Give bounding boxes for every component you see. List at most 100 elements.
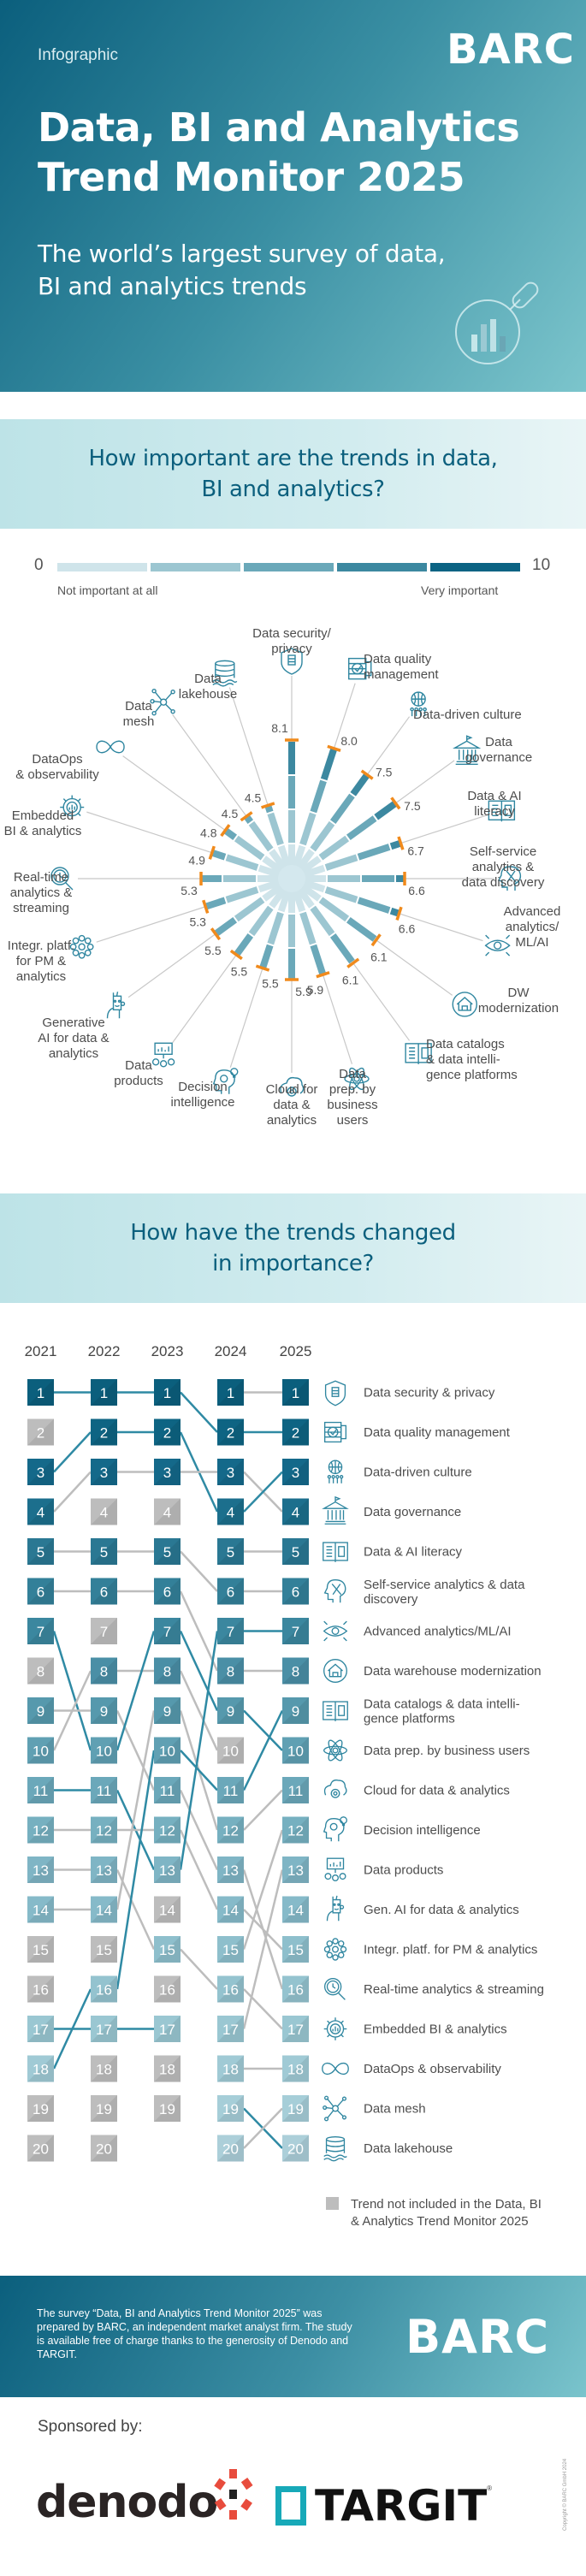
rank-box: 2	[282, 1418, 309, 1446]
rank-number: 16	[222, 1982, 239, 1999]
bar-segment	[329, 793, 355, 825]
rank-number: 6	[227, 1584, 234, 1601]
value-marker	[327, 744, 341, 752]
bar-segment	[318, 897, 350, 922]
rank-number: 5	[227, 1544, 234, 1560]
lakehouse-icon	[323, 2136, 347, 2162]
category-label: Integr. platf. for PM & analytics	[8, 939, 74, 984]
institution-icon	[322, 1495, 349, 1525]
rank-box: 8	[154, 1657, 181, 1685]
value-label: 8.1	[271, 721, 288, 735]
rank-number: 17	[159, 2022, 175, 2038]
rank-number: 1	[163, 1385, 171, 1401]
rank-link	[242, 1869, 284, 2029]
barc-logo: BARC	[447, 26, 575, 74]
rank-number: 14	[159, 1903, 175, 1919]
rank-box: 7	[154, 1618, 181, 1644]
year-header: 2023	[151, 1343, 184, 1359]
legend-item: Advanced analytics/ML/AI	[323, 1620, 512, 1642]
rank-box: 19	[154, 2095, 181, 2122]
radial-spoke: 4.5 Data mesh	[123, 689, 288, 872]
rank-number: 5	[100, 1544, 108, 1560]
rank-box: 1	[217, 1379, 244, 1406]
rank-box: 20	[27, 2135, 54, 2162]
bar-segment	[222, 827, 238, 841]
rank-link	[180, 1391, 218, 1433]
rank-number: 10	[287, 1744, 304, 1760]
rank-number: 15	[222, 1942, 239, 1958]
rank-box: 15	[154, 1936, 181, 1963]
rank-number: 1	[292, 1385, 299, 1401]
rank-box: 4	[91, 1498, 117, 1525]
radial-spoke: 8.1 Data security/privacy	[252, 626, 332, 867]
sponsored-by-label: Sponsored by:	[38, 2418, 143, 2436]
leader-line	[228, 687, 269, 806]
rank-box: 6	[154, 1578, 181, 1605]
legend-item: DataOps & observability	[322, 2062, 501, 2076]
title-line-2: Trend Monitor 2025	[38, 154, 465, 200]
copyright-notice: Copyright © BARC GmbH 2024	[563, 2458, 568, 2531]
rank-number: 13	[222, 1862, 239, 1879]
denodo-logo[interactable]: denodo	[36, 2477, 218, 2528]
bar-segment	[299, 911, 317, 945]
rank-box: 8	[282, 1657, 309, 1685]
rank-link	[53, 1471, 92, 1513]
rank-number: 19	[33, 2101, 49, 2117]
scale-segment-2	[151, 563, 240, 571]
rank-box: 20	[91, 2135, 117, 2162]
rank-box: 18	[154, 2055, 181, 2082]
rank-box: 11	[27, 1777, 54, 1803]
rank-box: 4	[217, 1498, 244, 1525]
rank-number: 3	[227, 1465, 234, 1481]
bar-segment	[259, 944, 274, 969]
rank-box: 1	[282, 1379, 309, 1406]
rank-number: 15	[33, 1942, 49, 1958]
legend-item: Cloud for data & analytics	[323, 1780, 510, 1798]
rank-box: 15	[27, 1936, 54, 1963]
rank-number: 2	[100, 1425, 108, 1442]
rank-number: 16	[159, 1982, 175, 1999]
section1-title-line-2: BI and analytics?	[201, 477, 385, 502]
bar-segment	[329, 933, 355, 964]
radial-spoke: 6.1 Data catalogs & data intelli-gence pla…	[295, 885, 518, 1082]
rank-number: 20	[96, 2141, 112, 2158]
bar-segment	[225, 854, 259, 871]
legend-item: Real-time analytics & streaming	[323, 1977, 544, 2000]
rank-box: 14	[217, 1896, 244, 1923]
rank-box: 11	[282, 1777, 309, 1803]
footer-text: The survey “Data, BI and Analytics Trend…	[37, 2307, 352, 2360]
rank-link	[52, 1631, 92, 1751]
legend-item: Data catalogs & data intelli-gence platf…	[323, 1697, 520, 1726]
rank-number: 5	[163, 1544, 171, 1560]
section2-title-line-2: in importance?	[212, 1251, 374, 1276]
rank-number: 11	[160, 1783, 175, 1799]
rank-number: 4	[37, 1505, 44, 1521]
rank-number: 17	[33, 2022, 49, 2038]
legend-label: Advanced analytics/ML/AI	[364, 1625, 512, 1639]
rank-number: 18	[33, 2062, 49, 2078]
rank-box: 6	[91, 1578, 117, 1605]
targit-logo[interactable]: TARGIT ®	[275, 2481, 492, 2531]
scale-max-label: Very important	[421, 583, 499, 597]
value-label: 4.8	[200, 826, 217, 840]
rank-box: 5	[91, 1538, 117, 1565]
rank-box: 7	[217, 1618, 244, 1644]
legend-item: Data prep. by business users	[323, 1739, 530, 1762]
bar-segment	[234, 897, 265, 922]
rank-number: 17	[287, 2022, 304, 2038]
legend-label: Data quality management	[364, 1425, 511, 1440]
leader-line	[172, 714, 247, 817]
value-marker	[316, 971, 330, 979]
radial-spoke: 4.8 DataOps & observability	[15, 740, 285, 875]
rank-box: 20	[217, 2135, 244, 2162]
bar-segment	[357, 897, 391, 914]
denodo-logo-mark	[214, 2469, 253, 2520]
eye-wrench-icon	[323, 1620, 348, 1642]
warehouse-cycle-icon	[323, 1659, 347, 1683]
category-label: Data catalogs & data intelli-gence platfo…	[426, 1037, 518, 1082]
bar-segment	[346, 916, 377, 942]
rank-number: 16	[96, 1982, 112, 1999]
rank-number: 9	[100, 1703, 108, 1720]
cloud-gear-icon	[323, 1780, 347, 1798]
rank-box: 17	[27, 2016, 54, 2042]
